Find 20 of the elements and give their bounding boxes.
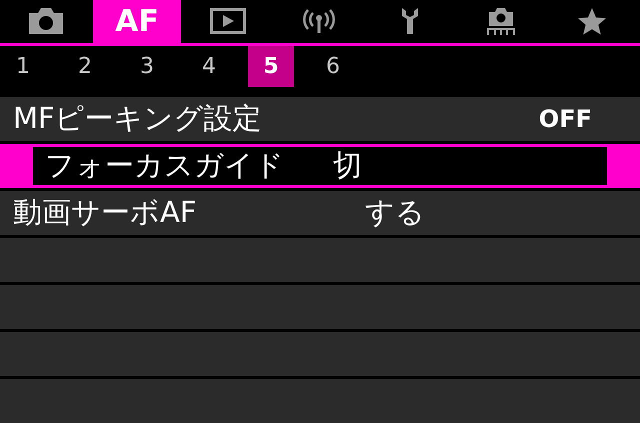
setting-value: する — [365, 194, 425, 231]
page-tab[interactable]: 3 — [124, 46, 170, 87]
menu-item[interactable]: MFピーキング設定 OFF — [0, 97, 640, 141]
camera-icon — [26, 7, 66, 36]
setting-value: 切 — [333, 147, 362, 184]
page-tab[interactable]: 1 — [0, 46, 46, 87]
page-tab[interactable]: 6 — [310, 46, 356, 87]
page-tab[interactable]: 5 — [248, 46, 294, 87]
menu-item[interactable]: フォーカスガイド 切 — [33, 147, 607, 185]
camera-settings-icon — [485, 6, 517, 36]
wireless-icon — [302, 8, 336, 34]
play-icon — [210, 8, 246, 34]
setting-value: OFF — [538, 105, 592, 133]
page-tab[interactable]: 2 — [62, 46, 108, 87]
page-tab[interactable]: 4 — [186, 46, 232, 87]
setting-label: 動画サーボAF — [13, 194, 198, 231]
setting-label: フォーカスガイド — [45, 147, 285, 184]
setting-label: MFピーキング設定 — [13, 100, 263, 137]
star-icon — [577, 7, 607, 36]
menu-item[interactable]: 動画サーボAF する — [0, 191, 640, 235]
